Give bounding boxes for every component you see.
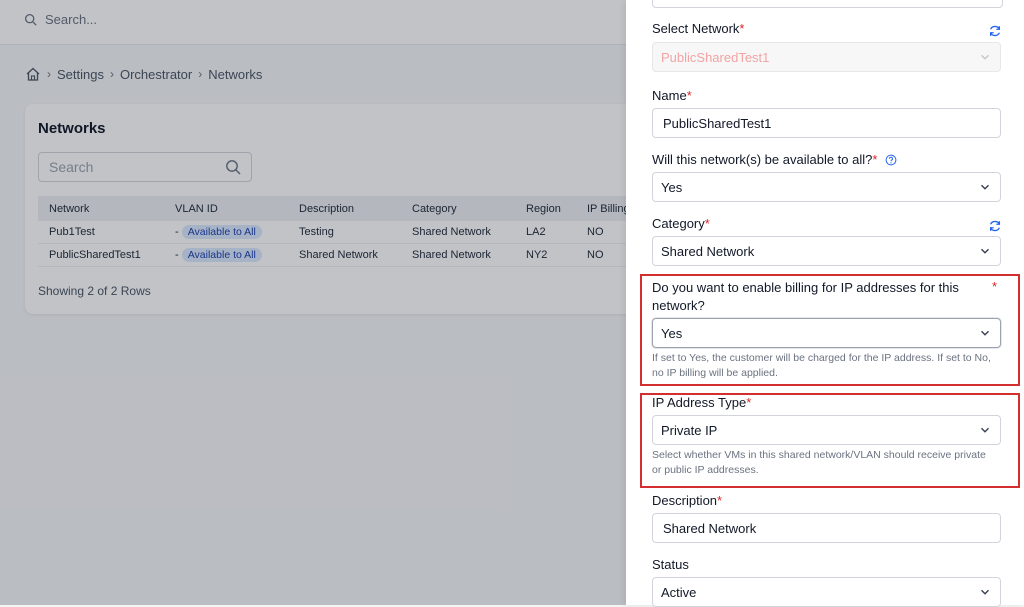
- refresh-icon[interactable]: [988, 219, 1002, 233]
- name-value: PublicSharedTest1: [663, 115, 772, 131]
- edit-network-drawer: Select Network* PublicSharedTest1 Name* …: [626, 0, 1024, 607]
- billing-required-mark: *: [992, 279, 998, 294]
- chevron-down-icon: [981, 54, 989, 60]
- chevron-down-icon: [981, 589, 989, 595]
- ip-address-type-dropdown[interactable]: Private IP: [652, 415, 1001, 445]
- name-label: Name*: [652, 88, 692, 103]
- available-to-all-dropdown[interactable]: Yes: [652, 172, 1001, 202]
- chevron-down-icon: [981, 184, 989, 190]
- description-label: Description*: [652, 493, 723, 508]
- previous-field-stub: [652, 0, 1003, 8]
- billing-help-text: If set to Yes, the customer will be char…: [652, 352, 991, 379]
- modal-backdrop[interactable]: [0, 0, 626, 605]
- chevron-down-icon: [981, 248, 989, 254]
- chevron-down-icon: [981, 427, 989, 433]
- billing-dropdown[interactable]: Yes: [652, 318, 1001, 348]
- ip-address-type-help-text: Select whether VMs in this shared networ…: [652, 449, 986, 476]
- status-label: Status: [652, 557, 689, 572]
- category-value: Shared Network: [661, 243, 755, 259]
- name-input[interactable]: PublicSharedTest1: [652, 108, 1001, 138]
- description-input[interactable]: Shared Network: [652, 513, 1001, 543]
- billing-label: Do you want to enable billing for IP add…: [652, 280, 959, 313]
- ip-address-type-label: IP Address Type*: [652, 395, 752, 410]
- status-value: Active: [661, 584, 697, 600]
- select-network-label: Select Network*: [652, 21, 745, 36]
- select-network-value: PublicSharedTest1: [661, 49, 770, 65]
- category-dropdown[interactable]: Shared Network: [652, 236, 1001, 266]
- ip-address-type-value: Private IP: [661, 422, 718, 438]
- category-label: Category*: [652, 216, 710, 231]
- select-network-dropdown[interactable]: PublicSharedTest1: [652, 42, 1001, 72]
- help-circle-icon[interactable]: [885, 154, 897, 166]
- billing-value: Yes: [661, 325, 683, 341]
- available-to-all-label: Will this network(s) be available to all…: [652, 152, 897, 167]
- description-value: Shared Network: [663, 520, 757, 536]
- status-dropdown[interactable]: Active: [652, 577, 1001, 607]
- refresh-icon[interactable]: [988, 24, 1002, 38]
- chevron-down-icon: [981, 330, 989, 336]
- available-to-all-value: Yes: [661, 179, 683, 195]
